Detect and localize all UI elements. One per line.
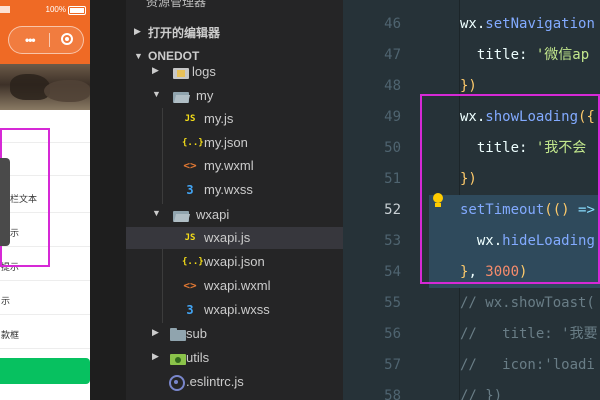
primary-button[interactable] <box>0 358 90 384</box>
chevron-down-icon: ▼ <box>134 51 143 61</box>
folder-utils-icon <box>170 350 186 366</box>
panel-divider[interactable] <box>90 0 126 400</box>
chevron-right-icon: ▶ <box>152 327 159 337</box>
code-token: }) <box>460 78 477 94</box>
wxss-file-icon: 3 <box>186 303 194 317</box>
js-file-icon: JS <box>184 114 196 124</box>
chevron-down-icon: ▼ <box>152 208 161 218</box>
tree-file-my-wxss[interactable]: 3 my.wxss <box>126 179 343 201</box>
tree-folder-my[interactable]: ▼ my <box>126 85 343 107</box>
banner-image <box>0 64 90 110</box>
line-number: 47 <box>384 47 401 63</box>
tree-file-eslintrc[interactable]: .eslintrc.js <box>126 371 343 393</box>
code-token: setNavigation <box>485 16 595 32</box>
tree-file-my-json[interactable]: {..} my.json <box>126 132 343 154</box>
code-line[interactable]: wx.setNavigation <box>460 9 600 40</box>
close-miniprogram-icon[interactable] <box>61 33 73 45</box>
phone-status-bar: 100% <box>0 0 90 20</box>
capsule-divider <box>49 33 50 47</box>
tree-folder-logs[interactable]: ▶ logs <box>126 61 343 83</box>
code-token: title: <box>460 47 536 63</box>
list-item[interactable]: 示 <box>0 282 90 315</box>
banner-shape <box>44 80 90 102</box>
tree-file-my-wxml[interactable]: <> my.wxml <box>126 155 343 177</box>
signal-icon <box>0 6 10 13</box>
json-file-icon: {..} <box>182 138 204 148</box>
chevron-right-icon: ▶ <box>134 26 141 36</box>
code-token: wx. <box>460 16 486 32</box>
code-line[interactable]: // title: '我要 <box>460 319 600 350</box>
file-explorer: 资源管理器 ▶ 打开的编辑器 ▼ ONEDOT ▶ logs ▼ my JS m… <box>126 0 343 400</box>
folder-icon <box>170 326 186 342</box>
code-token: '微信ap <box>535 47 590 63</box>
chevron-right-icon: ▶ <box>152 65 159 75</box>
tree-file-my-js[interactable]: JS my.js <box>126 108 343 130</box>
tree-file-wxapi-wxss[interactable]: 3 wxapi.wxss <box>126 299 343 321</box>
wxss-file-icon: 3 <box>186 183 194 197</box>
miniprogram-capsule[interactable]: ••• <box>8 26 84 54</box>
tree-file-wxapi-js[interactable]: JS wxapi.js <box>126 227 343 249</box>
code-line[interactable]: // wx.showToast( <box>460 288 600 319</box>
code-line[interactable]: // icon:'loadi <box>460 350 600 381</box>
code-line[interactable]: title: '微信ap <box>460 40 600 71</box>
wxml-file-icon: <> <box>183 279 197 292</box>
line-number: 49 <box>384 109 401 125</box>
tree-folder-sub[interactable]: ▶ sub <box>126 323 343 345</box>
battery-icon <box>68 6 86 15</box>
line-number: 52 <box>384 202 401 218</box>
folder-open-icon <box>173 207 189 223</box>
line-number: 51 <box>384 171 401 187</box>
battery-percent: 100% <box>45 5 66 14</box>
phone-navigation-bar: ••• <box>0 20 90 64</box>
tree-folder-utils[interactable]: ▶ utils <box>126 347 343 369</box>
code-token: // wx.showToast( <box>460 295 595 311</box>
folder-open-icon <box>173 88 189 104</box>
simulator-phone: 100% ••• 题栏文本 提示 提示 示 款框 <box>0 0 90 400</box>
more-icon[interactable]: ••• <box>25 33 36 47</box>
code-token: // icon:'loadi <box>460 357 595 373</box>
tree-file-wxapi-json[interactable]: {..} wxapi.json <box>126 251 343 273</box>
code-line[interactable]: // }) <box>460 381 600 400</box>
eslint-file-icon <box>168 374 185 391</box>
line-number: 54 <box>384 264 401 280</box>
loading-toast <box>0 158 10 246</box>
code-token: // title: '我要 <box>460 326 598 342</box>
open-editors-section[interactable]: ▶ 打开的编辑器 <box>126 21 343 43</box>
chevron-right-icon: ▶ <box>152 351 159 361</box>
line-number: 53 <box>384 233 401 249</box>
code-token: // }) <box>460 388 503 400</box>
explorer-title: 资源管理器 <box>146 0 207 9</box>
line-number: 46 <box>384 16 401 32</box>
line-number: 48 <box>384 78 401 94</box>
list-item[interactable]: 款框 <box>0 316 90 349</box>
json-file-icon: {..} <box>182 257 204 267</box>
wxml-file-icon: <> <box>183 159 197 172</box>
js-file-icon: JS <box>184 233 196 243</box>
code-editor[interactable]: 46 wx.setNavigation 47 title: '微信ap 48}) 49 w… <box>343 0 600 400</box>
annotation-highlight-box <box>420 94 600 284</box>
line-number: 58 <box>384 388 401 400</box>
tree-folder-wxapi[interactable]: ▼ wxapi <box>126 204 343 226</box>
folder-icon <box>173 64 189 80</box>
tree-file-wxapi-wxml[interactable]: <> wxapi.wxml <box>126 275 343 297</box>
line-number: 57 <box>384 357 401 373</box>
line-number: 50 <box>384 140 401 156</box>
chevron-down-icon: ▼ <box>152 89 161 99</box>
line-number: 55 <box>384 295 401 311</box>
line-number: 56 <box>384 326 401 342</box>
